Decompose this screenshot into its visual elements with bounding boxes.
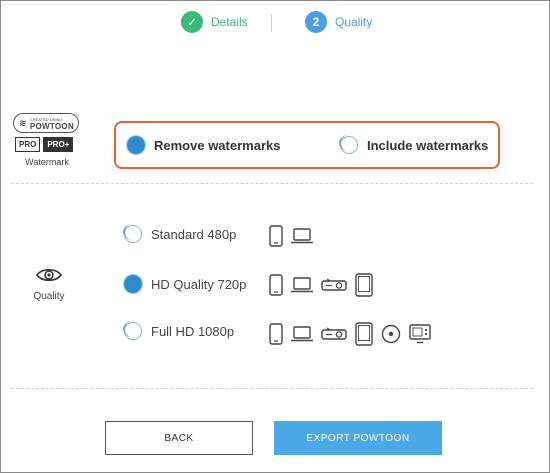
laptop-icon xyxy=(291,326,313,342)
phone-icon xyxy=(269,323,283,345)
laptop-icon xyxy=(291,277,313,293)
radio-include-watermarks[interactable] xyxy=(339,135,358,154)
step-details[interactable]: ✓ Details xyxy=(181,11,248,33)
remove-watermarks-label: Remove watermarks xyxy=(154,137,281,153)
quality-section-label: Quality xyxy=(33,291,65,302)
radio-remove-watermarks[interactable] xyxy=(126,135,146,155)
quality-720p-label: HD Quality 720p xyxy=(151,276,247,292)
radio-720p[interactable] xyxy=(123,274,143,294)
logo-brand: POWTOON xyxy=(29,122,75,131)
step-quality[interactable]: 2 Quality xyxy=(305,11,372,33)
step-number: 2 xyxy=(305,11,327,33)
check-icon: ✓ xyxy=(181,11,203,33)
step-details-label: Details xyxy=(211,15,248,29)
export-powtoon-button[interactable]: EXPORT POWTOON xyxy=(274,421,442,455)
quality-option-720p[interactable]: HD Quality 720p xyxy=(123,274,247,294)
export-dialog: ✓ Details 2 Quality ≋ CREATED USING POWT… xyxy=(0,0,550,473)
section-divider xyxy=(11,183,533,184)
tablet-icon xyxy=(355,273,373,297)
stepper: ✓ Details 2 Quality xyxy=(1,11,550,37)
tablet-icon xyxy=(355,322,373,346)
tv-icon xyxy=(409,324,431,344)
quality-480p-label: Standard 480p xyxy=(151,226,237,242)
back-button[interactable]: BACK xyxy=(105,421,253,455)
projector-icon xyxy=(321,327,347,341)
phone-icon xyxy=(269,225,283,247)
quality-option-480p[interactable]: Standard 480p xyxy=(123,224,237,243)
radio-480p[interactable] xyxy=(123,224,142,243)
eye-icon xyxy=(36,268,62,282)
phone-icon xyxy=(269,274,283,296)
powtoon-swirl-icon: ≋ xyxy=(19,117,27,128)
include-watermarks-label: Include watermarks xyxy=(367,137,489,153)
projector-icon xyxy=(321,278,347,292)
plan-badges: PRO PRO+ xyxy=(15,137,81,152)
radio-1080p[interactable] xyxy=(123,321,142,340)
section-divider xyxy=(11,388,533,389)
watermark-section-label: Watermark xyxy=(25,157,69,167)
plan-badge-pro-plus: PRO+ xyxy=(43,137,74,152)
powtoon-logo: ≋ CREATED USING POWTOON xyxy=(13,113,79,133)
disc-icon xyxy=(381,324,401,344)
devices-1080p xyxy=(269,322,431,346)
quality-option-1080p[interactable]: Full HD 1080p xyxy=(123,321,235,340)
quality-1080p-label: Full HD 1080p xyxy=(151,323,235,339)
plan-badge-pro: PRO xyxy=(15,137,41,152)
include-watermarks-option[interactable]: Include watermarks xyxy=(339,135,489,154)
watermark-options-highlight: Remove watermarks Include watermarks xyxy=(114,121,500,169)
stepper-divider xyxy=(271,14,272,32)
devices-480p xyxy=(269,225,313,247)
remove-watermarks-option[interactable]: Remove watermarks xyxy=(126,135,281,155)
devices-720p xyxy=(269,273,373,297)
quality-section-header: Quality xyxy=(27,267,71,302)
laptop-icon xyxy=(291,228,313,244)
watermark-badge: ≋ CREATED USING POWTOON PRO PRO+ Waterma… xyxy=(13,113,81,167)
step-quality-label: Quality xyxy=(335,15,373,29)
